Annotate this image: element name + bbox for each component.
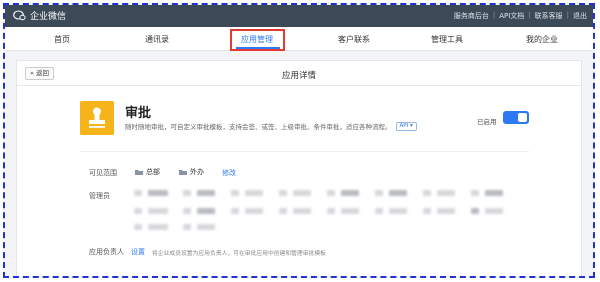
app-description-row: 随时随地审批，可自定义审批模板，支持会签、或签、上级审批、条件审批，适应各种流程… [125, 121, 417, 131]
app-owner-label: 应用负责人 [89, 248, 124, 256]
app-description: 随时随地审批，可自定义审批模板，支持会签、或签、上级审批、条件审批，适应各种流程… [125, 123, 392, 131]
admin-redacted [134, 190, 142, 196]
tab-home[interactable]: 首页 [54, 34, 70, 45]
link-separator: | [528, 11, 531, 19]
brand-name: 企业微信 [30, 12, 67, 22]
owner-hint: 将企业成员设置为应用负责人，可在审批应用中创建和管理审批模板 [152, 251, 326, 257]
brand[interactable]: 企业微信 [13, 9, 66, 22]
admins-label: 管理员 [89, 192, 110, 200]
api-badge[interactable]: API ▾ [395, 121, 417, 131]
top-links: 服务商后台 | API文档 | 联系客服 | 退出 [454, 11, 587, 21]
wecom-logo-icon [13, 10, 26, 21]
admin-redacted [183, 224, 191, 230]
admin-redacted [148, 208, 168, 214]
tab-management-tools[interactable]: 管理工具 [431, 34, 463, 45]
admin-redacted [197, 208, 215, 214]
admin-redacted [231, 208, 239, 214]
admin-redacted [485, 208, 503, 214]
admin-redacted [375, 208, 383, 214]
admin-redacted [231, 190, 239, 196]
app-detail-card: « 返回 应用详情 审批 随时随地审批，可自定义审批模板，支持会签、或签、上级审… [16, 60, 582, 276]
toggle-knob [518, 113, 527, 122]
admin-redacted [197, 224, 215, 230]
tab-my-enterprise[interactable]: 我的企业 [526, 34, 558, 45]
highlight-box [230, 29, 285, 51]
admin-redacted [183, 208, 191, 214]
admin-redacted [485, 190, 503, 196]
visible-scope-label: 可见范围 [89, 169, 117, 177]
admin-redacted [183, 190, 191, 196]
tab-customer-contact[interactable]: 客户联系 [338, 34, 370, 45]
admin-redacted [279, 208, 287, 214]
folder-icon [135, 170, 143, 175]
admin-redacted [148, 190, 168, 196]
admin-redacted [134, 208, 142, 214]
tab-contacts[interactable]: 通讯录 [145, 34, 169, 45]
department-name: 外办 [190, 168, 204, 176]
admin-redacted [389, 208, 407, 214]
admin-redacted [437, 190, 455, 196]
department-chip[interactable]: 总部 [135, 167, 160, 177]
admin-redacted [197, 190, 215, 196]
admin-redacted [293, 208, 311, 214]
link-separator: | [492, 11, 496, 19]
contact-support-link[interactable]: 联系客服 [535, 11, 563, 21]
admin-redacted [245, 208, 263, 214]
admin-redacted [327, 208, 335, 214]
api-docs-link[interactable]: API文档 [499, 11, 524, 21]
admin-redacted [375, 190, 383, 196]
admin-redacted [471, 208, 479, 214]
admin-redacted [389, 190, 407, 196]
admin-redacted [148, 224, 168, 230]
admin-redacted [293, 190, 311, 196]
admin-redacted [471, 190, 479, 196]
admin-redacted [437, 208, 455, 214]
enabled-status-label: 已启用 [477, 118, 497, 126]
admin-redacted [134, 224, 142, 230]
admin-redacted [327, 190, 335, 196]
department-chip[interactable]: 外办 [179, 167, 204, 177]
admin-redacted [245, 190, 263, 196]
app-name: 审批 [125, 106, 152, 121]
main-nav: 首页 通讯录 应用管理 客户联系 管理工具 我的企业 [5, 27, 593, 51]
admin-redacted [341, 208, 359, 214]
department-name: 总部 [146, 168, 160, 176]
admin-redacted [423, 208, 431, 214]
top-bar: 企业微信 服务商后台 | API文档 | 联系客服 | 退出 [5, 5, 593, 27]
folder-icon [179, 170, 187, 175]
admin-redacted [423, 190, 431, 196]
admin-redacted [341, 190, 359, 196]
enable-toggle[interactable] [503, 111, 529, 124]
admin-redacted [279, 190, 287, 196]
link-separator: | [566, 11, 569, 19]
set-owner-link[interactable]: 设置 [131, 247, 145, 257]
card-header: « 返回 应用详情 [17, 61, 581, 86]
page-title: 应用详情 [281, 71, 316, 81]
approval-stamp-icon [80, 101, 114, 135]
edit-scope-link[interactable]: 修改 [222, 168, 236, 178]
section-divider [80, 151, 529, 152]
screenshot-frame: 企业微信 服务商后台 | API文档 | 联系客服 | 退出 首页 通讯录 应用… [3, 3, 595, 278]
api-badge-label: API [399, 122, 409, 129]
logout-link[interactable]: 退出 [573, 11, 587, 21]
provider-portal-link[interactable]: 服务商后台 [454, 11, 489, 21]
